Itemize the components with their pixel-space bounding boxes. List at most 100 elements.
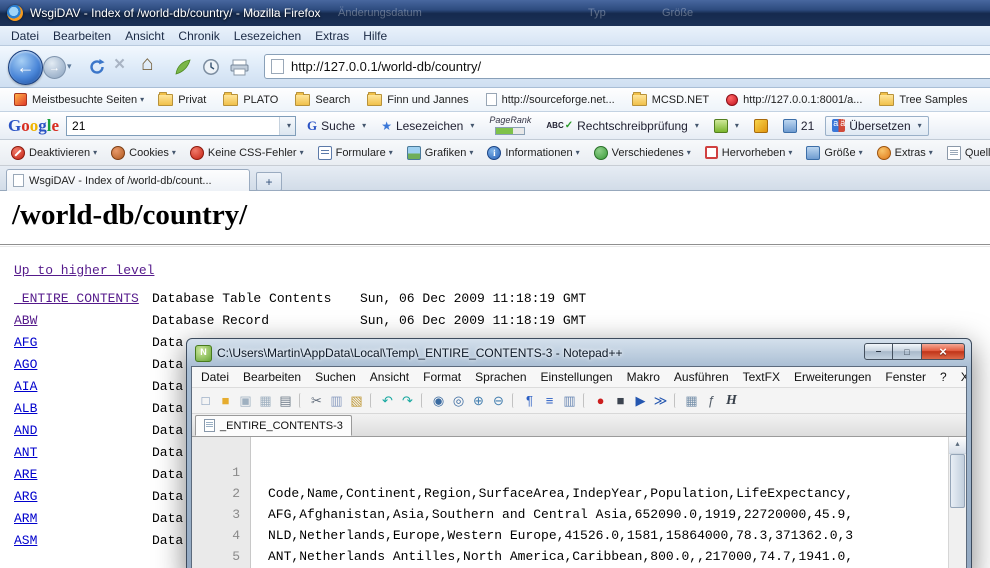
bookmark-item[interactable]: Meistbesuchte Seiten ▾ [8,91,150,108]
menu-item[interactable]: Chronik [171,27,226,45]
spellcheck-button[interactable]: ABC Rechtschreibprüfung ▾ [542,117,702,135]
menu-item[interactable]: Format [416,368,468,386]
bookmark-item[interactable]: PLATO [217,92,287,108]
webdev-menu-button[interactable]: Größe ▾ [801,144,867,162]
bookmark-item[interactable]: http://sourceforge.net... [480,91,624,108]
directory-entry-link[interactable]: ABW [14,313,37,328]
cut-icon[interactable]: ✂ [307,391,326,410]
vertical-scrollbar[interactable]: ▲ [948,437,966,568]
stop-macro-icon[interactable]: ■ [611,391,630,410]
webdev-menu-button[interactable]: Hervorheben ▾ [700,144,798,161]
toolbar-separator[interactable] [421,393,425,408]
google-bookmarks-button[interactable]: ★ Lesezeichen ▾ [377,117,478,135]
menu-item[interactable]: Erweiterungen [787,368,878,386]
menu-item[interactable]: Fenster [878,368,933,386]
minimize-button[interactable] [864,343,893,360]
menu-item[interactable]: Suchen [308,368,363,386]
webdev-menu-button[interactable]: Formulare ▾ [313,144,398,162]
close-button[interactable] [922,343,965,360]
save-all-icon[interactable]: ▦ [256,391,275,410]
directory-entry-link[interactable]: ASM [14,533,37,548]
menu-item[interactable]: Hilfe [356,27,394,45]
new-tab-button[interactable]: + [256,172,282,191]
webdev-menu-button[interactable]: Keine CSS-Fehler ▾ [185,144,309,162]
bookmark-item[interactable]: Finn und Jannes [361,92,477,108]
directory-entry-link[interactable]: ALB [14,401,37,416]
translate-button[interactable]: Übersetzen ▾ [825,116,928,136]
directory-entry-link[interactable]: AFG [14,335,37,350]
bookmark-item[interactable]: Tree Samples [873,92,976,108]
history-clock-button[interactable] [200,57,222,77]
directory-entry-link[interactable]: _ENTIRE_CONTENTS [14,291,139,306]
print-button[interactable] [228,57,250,77]
google-search-button[interactable]: G Suche ▾ [303,116,370,136]
function-list-icon[interactable]: ƒ [702,391,721,410]
menu-item[interactable]: Makro [620,368,667,386]
feather-button[interactable] [172,57,194,77]
save-icon[interactable]: ▣ [236,391,255,410]
directory-entry-link[interactable]: AGO [14,357,37,372]
pagerank-indicator[interactable]: PageRank [485,116,535,135]
tab-wsgidav[interactable]: WsgiDAV - Index of /world-db/count... [6,169,250,191]
redo-icon[interactable]: ↷ [398,391,417,410]
back-button[interactable] [8,50,43,85]
scrollbar-thumb[interactable] [950,454,965,508]
toolbar-separator[interactable] [674,393,678,408]
directory-entry-link[interactable]: ANT [14,445,37,460]
bookmark-item[interactable]: http://127.0.0.1:8001/a... [720,92,871,108]
toolbar-separator[interactable] [299,393,303,408]
directory-entry-link[interactable]: AIA [14,379,37,394]
toolbar-separator[interactable] [512,393,516,408]
notepadpp-titlebar[interactable]: C:\Users\Martin\AppData\Local\Temp\_ENTI… [191,339,967,366]
webdev-menu-button[interactable]: Quellte ▾ [942,144,990,162]
new-file-icon[interactable]: □ [196,391,215,410]
zoom-in-icon[interactable]: ⊕ [469,391,488,410]
menu-item[interactable]: Einstellungen [534,368,620,386]
highlighter-button[interactable] [750,117,772,135]
bookmark-item[interactable]: Privat [152,92,215,108]
paste-icon[interactable]: ▧ [347,391,366,410]
show-symbols-icon[interactable]: ≡ [540,391,559,410]
stop-button[interactable] [114,54,125,76]
menu-item[interactable]: X [954,368,967,386]
menu-item[interactable]: Extras [308,27,356,45]
webdev-menu-button[interactable]: Informationen ▾ [482,144,584,162]
menu-item[interactable]: Ansicht [363,368,416,386]
menu-item[interactable]: Sprachen [468,368,533,386]
copy-icon[interactable]: ▥ [327,391,346,410]
editor-area[interactable]: 1 Code,Name,Continent,Region,SurfaceArea… [192,437,966,568]
directory-entry-link[interactable]: AND [14,423,37,438]
url-bar[interactable]: http://127.0.0.1/world-db/country/ [264,54,990,79]
find-icon[interactable]: ◉ [429,391,448,410]
menu-item[interactable]: Lesezeichen [227,27,308,45]
webdev-menu-button[interactable]: Deaktivieren ▾ [6,144,102,162]
google-search-input[interactable]: 21 [67,119,279,133]
home-button[interactable] [141,52,154,76]
directory-entry-link[interactable]: ARE [14,467,37,482]
record-macro-icon[interactable]: ● [591,391,610,410]
html-preview-icon[interactable]: H [722,391,741,410]
google-search-box[interactable]: 21 ▾ [66,116,296,136]
webdev-menu-button[interactable]: Verschiedenes ▾ [589,144,696,162]
menu-item[interactable]: Ansicht [118,27,171,45]
menu-item[interactable]: Bearbeiten [236,368,308,386]
toolbar-separator[interactable] [583,393,587,408]
forward-button[interactable] [43,56,66,79]
reload-button[interactable] [86,57,108,77]
toolbar-separator[interactable] [370,393,374,408]
menu-item[interactable]: Datei [4,27,46,45]
indent-guide-icon[interactable]: ▥ [560,391,579,410]
print-icon[interactable]: ▤ [276,391,295,410]
webdev-menu-button[interactable]: Cookies ▾ [106,144,181,162]
directory-entry-link[interactable]: ARG [14,489,37,504]
maximize-button[interactable] [893,343,922,360]
bookmark-item[interactable]: MCSD.NET [626,92,718,108]
bookmark-item[interactable]: Search [289,92,359,108]
directory-entry-link[interactable]: ARM [14,511,37,526]
open-folder-icon[interactable]: ■ [216,391,235,410]
menu-item[interactable]: ? [933,368,954,386]
play-macro-icon[interactable]: ▶ [631,391,650,410]
history-dropdown-icon[interactable] [67,61,72,72]
search-history-dropdown[interactable]: ▾ [279,117,295,135]
word-wrap-icon[interactable]: ¶ [520,391,539,410]
